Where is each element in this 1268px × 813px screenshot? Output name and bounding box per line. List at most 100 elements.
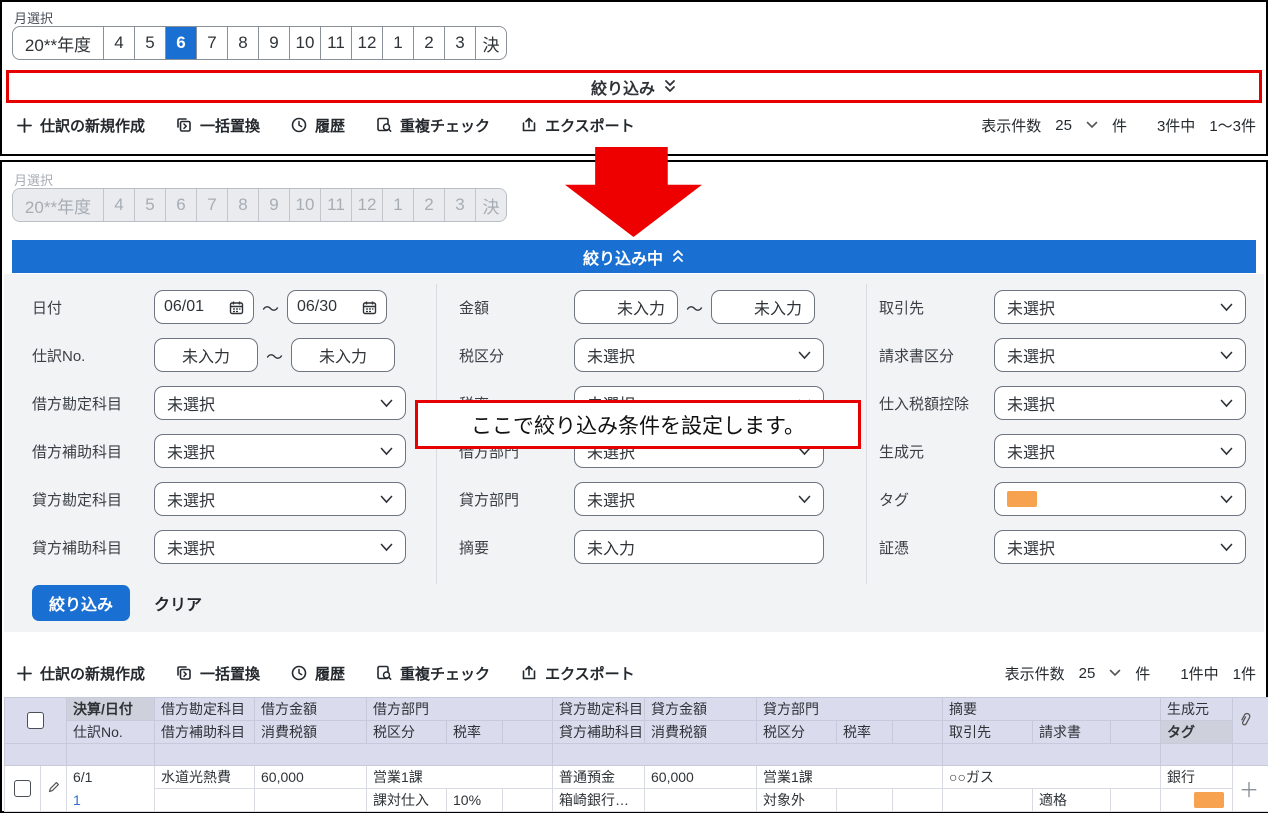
col-empty <box>1111 721 1161 744</box>
col-source[interactable]: 生成元 <box>1161 698 1233 721</box>
amount-filter-label: 金額 <box>459 297 574 318</box>
chevron-down-icon <box>380 495 393 504</box>
new-journal-button[interactable]: 仕訳の新規作成 <box>16 115 145 136</box>
filter-open-bar[interactable]: 絞り込み中 <box>12 240 1256 273</box>
display-count-value[interactable]: 25 <box>1079 665 1096 682</box>
col-debit-dept[interactable]: 借方部門 <box>367 698 553 721</box>
cell-debit-amount: 60,000 <box>255 766 367 789</box>
tax-class-select[interactable]: 未選択 <box>574 338 824 372</box>
duplicate-check-button[interactable]: 重複チェック <box>375 663 490 684</box>
month-tab-6-selected[interactable]: 6 <box>165 27 196 59</box>
amount-to-input[interactable]: 未入力 <box>711 290 815 324</box>
calendar-icon[interactable] <box>229 300 244 315</box>
month-tab-3[interactable]: 3 <box>444 27 475 59</box>
filter-toggle-label: 絞り込み <box>591 75 655 99</box>
tax-deduction-filter-label: 仕入税額控除 <box>879 393 994 414</box>
chevron-down-icon[interactable] <box>1086 121 1098 129</box>
chevron-down-icon <box>1220 399 1233 408</box>
month-tab-9[interactable]: 9 <box>258 27 289 59</box>
credit-account-select[interactable]: 未選択 <box>154 482 406 516</box>
history-button[interactable]: 履歴 <box>290 115 345 136</box>
row-edit-cell <box>41 766 67 812</box>
col-debit-tax-rate[interactable]: 税率 <box>447 721 503 744</box>
col-credit-dept[interactable]: 貸方部門 <box>757 698 943 721</box>
col-credit-amount[interactable]: 貸方金額 <box>645 698 757 721</box>
source-select[interactable]: 未選択 <box>994 434 1246 468</box>
journal-no-from-input[interactable]: 未入力 <box>154 338 258 372</box>
date-to-input[interactable]: 06/30 <box>287 290 387 324</box>
month-tab-11[interactable]: 11 <box>320 27 351 59</box>
description-input[interactable]: 未入力 <box>574 530 824 564</box>
partner-select[interactable]: 未選択 <box>994 290 1246 324</box>
tag-select[interactable] <box>994 482 1246 516</box>
amount-from-input[interactable]: 未入力 <box>574 290 678 324</box>
debit-sub-account-select[interactable]: 未選択 <box>154 434 406 468</box>
month-tab-7[interactable]: 7 <box>196 27 227 59</box>
col-partner[interactable]: 取引先 <box>943 721 1033 744</box>
apply-filter-button[interactable]: 絞り込み <box>32 585 130 621</box>
chevron-down-icon[interactable] <box>1109 669 1121 677</box>
export-button[interactable]: エクスポート <box>520 115 635 136</box>
filter-toggle-bar[interactable]: 絞り込み <box>6 70 1262 103</box>
month-tab-2[interactable]: 2 <box>413 27 444 59</box>
pencil-icon[interactable] <box>47 780 61 794</box>
col-tag[interactable]: タグ <box>1161 721 1233 744</box>
month-tab-8[interactable]: 8 <box>227 27 258 59</box>
col-credit-tax-class[interactable]: 税区分 <box>757 721 837 744</box>
row-checkbox[interactable] <box>14 780 31 797</box>
tax-deduction-select[interactable]: 未選択 <box>994 386 1246 420</box>
month-tab-settlement[interactable]: 決 <box>475 27 506 59</box>
year-tab[interactable]: 20**年度 <box>13 27 103 59</box>
credit-sub-account-select[interactable]: 未選択 <box>154 530 406 564</box>
col-settle-date[interactable]: 決算/日付 <box>67 698 155 721</box>
bulk-replace-button[interactable]: 一括置換 <box>175 115 260 136</box>
journal-no-link[interactable]: 1 <box>73 792 81 808</box>
debit-account-select[interactable]: 未選択 <box>154 386 406 420</box>
col-description[interactable]: 摘要 <box>943 698 1161 721</box>
tag-color-swatch <box>1007 491 1037 507</box>
cell-description: ○○ガス <box>943 766 1161 789</box>
journal-no-to-input[interactable]: 未入力 <box>291 338 395 372</box>
replace-icon <box>175 664 193 682</box>
duplicate-check-button[interactable]: 重複チェック <box>375 115 490 136</box>
history-button[interactable]: 履歴 <box>290 663 345 684</box>
col-credit-tax-rate[interactable]: 税率 <box>837 721 893 744</box>
description-filter-label: 摘要 <box>459 537 574 558</box>
col-debit-sub-account[interactable]: 借方補助科目 <box>155 721 255 744</box>
new-journal-button[interactable]: 仕訳の新規作成 <box>16 663 145 684</box>
credit-dept-select[interactable]: 未選択 <box>574 482 824 516</box>
month-tab-5[interactable]: 5 <box>134 27 165 59</box>
invoice-class-select[interactable]: 未選択 <box>994 338 1246 372</box>
col-invoice[interactable]: 請求書 <box>1033 721 1111 744</box>
cell-date: 6/1 <box>67 766 155 789</box>
source-filter-label: 生成元 <box>879 441 994 462</box>
calendar-icon[interactable] <box>362 300 377 315</box>
col-debit-account[interactable]: 借方勘定科目 <box>155 698 255 721</box>
records-range: 1〜3件 <box>1209 115 1256 136</box>
month-tab-disabled: 6 <box>165 189 196 221</box>
select-all-checkbox[interactable] <box>27 712 44 729</box>
chevron-down-icon <box>1220 447 1233 456</box>
month-tab-4[interactable]: 4 <box>103 27 134 59</box>
date-from-input[interactable]: 06/01 <box>154 290 254 324</box>
export-button[interactable]: エクスポート <box>520 663 635 684</box>
col-credit-account[interactable]: 貸方勘定科目 <box>553 698 645 721</box>
add-row-button[interactable]: ＋ <box>1233 766 1268 812</box>
display-count-value[interactable]: 25 <box>1055 117 1072 134</box>
col-journal-no[interactable]: 仕訳No. <box>67 721 155 744</box>
month-tab-1[interactable]: 1 <box>382 27 413 59</box>
col-debit-amount[interactable]: 借方金額 <box>255 698 367 721</box>
month-tab-disabled: 決 <box>475 189 506 221</box>
col-credit-sub-account[interactable]: 貸方補助科目 <box>553 721 645 744</box>
month-tab-disabled: 12 <box>351 189 382 221</box>
month-selector: 20**年度 4 5 6 7 8 9 10 11 12 1 2 3 決 <box>12 26 507 60</box>
col-debit-tax-amount[interactable]: 消費税額 <box>255 721 367 744</box>
col-debit-tax-class[interactable]: 税区分 <box>367 721 447 744</box>
col-credit-tax-amount[interactable]: 消費税額 <box>645 721 757 744</box>
bulk-replace-button[interactable]: 一括置換 <box>175 663 260 684</box>
chevron-down-icon <box>380 543 393 552</box>
month-tab-12[interactable]: 12 <box>351 27 382 59</box>
month-tab-10[interactable]: 10 <box>289 27 320 59</box>
evidence-select[interactable]: 未選択 <box>994 530 1246 564</box>
clear-filter-button[interactable]: クリア <box>154 585 202 621</box>
